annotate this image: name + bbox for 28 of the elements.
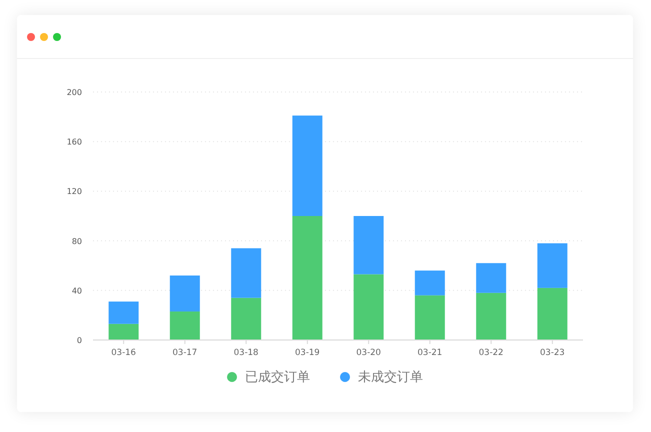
close-button[interactable] bbox=[27, 32, 35, 40]
x-tick-label: 03-22 bbox=[478, 348, 504, 358]
legend-label: 已成交订单 bbox=[245, 369, 310, 386]
x-tick-label: 03-17 bbox=[172, 348, 198, 358]
y-tick-label: 80 bbox=[72, 236, 82, 246]
bar bbox=[354, 216, 384, 274]
y-tick-label: 40 bbox=[72, 286, 82, 296]
maximize-button[interactable] bbox=[53, 32, 61, 40]
y-tick-label: 0 bbox=[76, 336, 82, 345]
y-tick-label: 200 bbox=[66, 88, 82, 97]
x-tick-label: 03-16 bbox=[111, 348, 136, 358]
bar bbox=[537, 243, 568, 288]
bar bbox=[170, 276, 200, 312]
bar bbox=[231, 248, 262, 298]
bar bbox=[231, 298, 262, 340]
x-tick-label: 03-19 bbox=[295, 348, 320, 358]
x-tick-label: 03-18 bbox=[234, 348, 258, 358]
x-tick-label: 03-20 bbox=[356, 348, 381, 358]
bar bbox=[537, 288, 568, 340]
y-tick-label: 160 bbox=[66, 138, 82, 147]
x-tick-label: 03-21 bbox=[418, 348, 442, 358]
x-tick-label: 03-23 bbox=[540, 348, 565, 358]
bar bbox=[354, 274, 384, 340]
bar bbox=[108, 302, 139, 324]
y-tick-label: 120 bbox=[66, 187, 82, 196]
minimize-button[interactable] bbox=[40, 32, 48, 40]
bar bbox=[170, 311, 200, 340]
legend-label: 未成交订单 bbox=[358, 369, 423, 386]
